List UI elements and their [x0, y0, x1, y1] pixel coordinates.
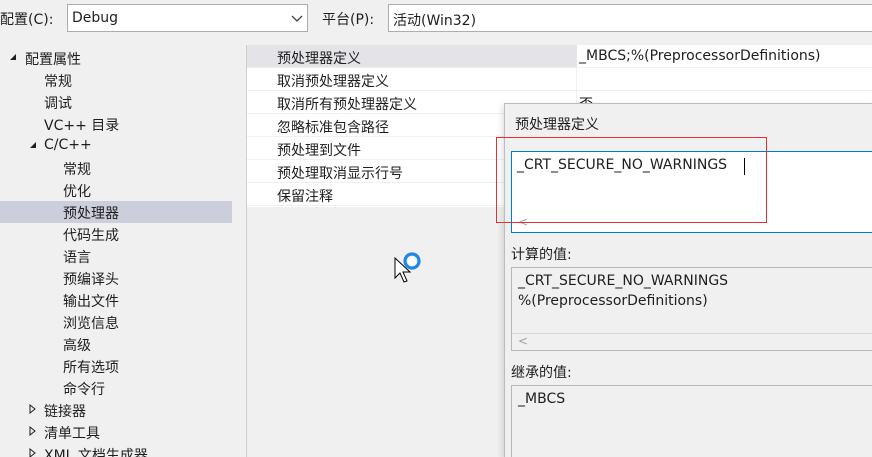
property-name: 保留注释: [277, 189, 333, 205]
property-value[interactable]: _MBCS;%(PreprocessorDefinitions): [579, 48, 821, 64]
property-name: 取消预处理器定义: [277, 74, 389, 90]
dialog-title: 预处理器定义: [515, 117, 599, 133]
tree-item-command-line[interactable]: 命令行: [0, 377, 232, 399]
tree-item-c-cpp[interactable]: C/C++: [0, 135, 232, 157]
toolbar: 配置(C): Debug 平台(P): 活动(Win32): [0, 0, 872, 38]
expanded-triangle-icon[interactable]: [8, 52, 18, 62]
tree-item-label: 链接器: [44, 404, 86, 420]
edit-horizontal-scrollbar[interactable]: <: [512, 215, 872, 232]
property-name: 预处理取消显示行号: [277, 166, 403, 182]
tree-item-linker[interactable]: 链接器: [0, 399, 232, 421]
tree-item-label: 浏览信息: [63, 316, 119, 332]
config-label: 配置(C):: [0, 12, 54, 28]
tree-item-general[interactable]: 常规: [0, 69, 232, 91]
tree-item-vc-directories[interactable]: VC++ 目录: [0, 113, 232, 135]
tree-item-label: 常规: [63, 162, 91, 178]
platform-combobox[interactable]: 活动(Win32): [388, 4, 872, 32]
collapsed-triangle-icon[interactable]: [28, 404, 38, 414]
tree-item-label: 常规: [44, 74, 72, 90]
tree-item-label: 命令行: [63, 382, 105, 398]
property-name: 预处理到文件: [277, 143, 361, 159]
expanded-triangle-icon[interactable]: [28, 140, 38, 150]
inherited-value-label: 继承的值:: [511, 365, 572, 381]
tree-item-label: 调试: [44, 96, 72, 112]
tree-item-label: 语言: [63, 250, 91, 266]
property-name: 预处理器定义: [277, 51, 361, 67]
platform-combobox-value: 活动(Win32): [393, 13, 477, 29]
tree-item-debugging[interactable]: 调试: [0, 91, 232, 113]
tree-item-label: 代码生成: [63, 228, 119, 244]
definitions-edit-textarea[interactable]: _CRT_SECURE_NO_WARNINGS <: [511, 151, 872, 233]
tree-item-language[interactable]: 语言: [0, 245, 232, 267]
computed-value-label: 计算的值:: [511, 247, 572, 263]
tree-item-config-properties[interactable]: 配置属性: [0, 47, 232, 69]
tree-item-precompiled-headers[interactable]: 预编译头: [0, 267, 232, 289]
tree-item-label: 清单工具: [44, 426, 100, 442]
scroll-left-icon[interactable]: <: [518, 334, 528, 348]
computed-value-box: _CRT_SECURE_NO_WARNINGS %(PreprocessorDe…: [511, 267, 872, 351]
property-name: 忽略标准包含路径: [277, 120, 389, 136]
config-combobox-value: Debug: [72, 10, 119, 26]
preprocessor-definitions-dialog: 预处理器定义 _CRT_SECURE_NO_WARNINGS < 计算的值: _…: [496, 103, 872, 457]
tree-item-cpp-general[interactable]: 常规: [0, 157, 232, 179]
tree-item-label: 输出文件: [63, 294, 119, 310]
tree-item-optimization[interactable]: 优化: [0, 179, 232, 201]
definitions-edit-text: _CRT_SECURE_NO_WARNINGS: [517, 157, 728, 173]
tree-item-label: 优化: [63, 184, 91, 200]
tree-item-label: 高级: [63, 338, 91, 354]
computed-horizontal-scrollbar[interactable]: <: [512, 333, 872, 350]
tree-item-label: 配置属性: [25, 52, 81, 68]
tree-item-xml-doc-generator[interactable]: XML 文档生成器: [0, 443, 232, 457]
busy-cursor-icon: [394, 252, 421, 283]
computed-value-line: %(PreprocessorDefinitions): [518, 293, 708, 309]
tree-item-manifest-tool[interactable]: 清单工具: [0, 421, 232, 443]
chevron-down-icon: [291, 15, 303, 22]
tree-item-label: XML 文档生成器: [44, 448, 148, 457]
collapsed-triangle-icon[interactable]: [28, 426, 38, 436]
tree-item-advanced[interactable]: 高级: [0, 333, 232, 355]
property-tree: 配置属性 常规 调试 VC++ 目录 C/C++ 常规 优化 预处理器 代码生成…: [0, 45, 232, 457]
inherited-value-box: _MBCS: [511, 385, 872, 457]
tree-item-output-files[interactable]: 输出文件: [0, 289, 232, 311]
tree-item-label: C/C++: [44, 137, 92, 153]
scroll-left-icon[interactable]: <: [518, 215, 528, 229]
text-caret: [744, 158, 745, 175]
property-name: 取消所有预处理器定义: [277, 97, 417, 113]
config-combobox[interactable]: Debug: [67, 4, 308, 32]
platform-label: 平台(P):: [322, 12, 375, 28]
inherited-value-line: _MBCS: [518, 391, 566, 407]
tree-item-label: 预编译头: [63, 272, 119, 288]
tree-item-browse-information[interactable]: 浏览信息: [0, 311, 232, 333]
computed-value-line: _CRT_SECURE_NO_WARNINGS: [518, 273, 729, 289]
tree-item-label: 所有选项: [63, 360, 119, 376]
grid-row-undefine-preprocessor[interactable]: 取消预处理器定义: [247, 68, 872, 91]
tree-item-all-options[interactable]: 所有选项: [0, 355, 232, 377]
tree-item-label: 预处理器: [63, 206, 119, 222]
tree-item-preprocessor[interactable]: 预处理器: [0, 201, 232, 223]
grid-row-preprocessor-definitions[interactable]: 预处理器定义 _MBCS;%(PreprocessorDefinitions): [247, 45, 872, 68]
tree-item-label: VC++ 目录: [44, 118, 120, 134]
tree-item-code-generation[interactable]: 代码生成: [0, 223, 232, 245]
collapsed-triangle-icon[interactable]: [28, 448, 38, 457]
